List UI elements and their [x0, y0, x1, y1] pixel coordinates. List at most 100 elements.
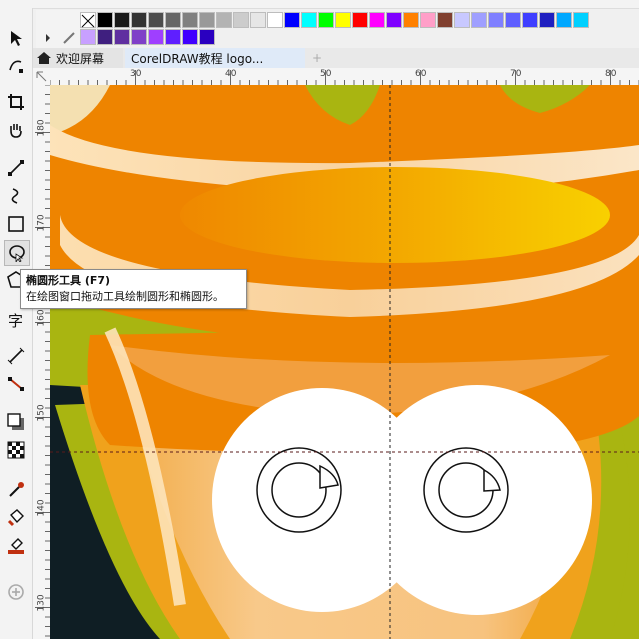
color-swatch[interactable]	[437, 12, 453, 28]
tab-welcome-label: 欢迎屏幕	[56, 51, 105, 66]
drawing-canvas[interactable]	[50, 85, 639, 639]
connector-icon	[8, 377, 24, 391]
color-swatch[interactable]	[403, 12, 419, 28]
ruler-label: 80	[605, 69, 617, 79]
add-tool-button[interactable]	[4, 580, 28, 604]
hand-icon	[10, 124, 22, 138]
color-swatch[interactable]	[556, 12, 572, 28]
ruler-label: 60	[415, 69, 427, 79]
color-swatch[interactable]	[335, 12, 351, 28]
color-swatch[interactable]	[318, 12, 334, 28]
color-swatch[interactable]	[267, 12, 283, 28]
ruler-label: 150	[36, 404, 47, 422]
shape-tool[interactable]	[4, 54, 28, 78]
color-swatch[interactable]	[114, 12, 130, 28]
text-tool[interactable]: 字	[4, 308, 28, 332]
line-icon	[8, 160, 24, 176]
ruler-label: 170	[36, 214, 47, 232]
ruler-label: 50	[320, 69, 332, 79]
rectangle-icon	[8, 216, 24, 232]
drop-shadow-tool[interactable]	[4, 410, 28, 434]
color-swatch[interactable]	[522, 12, 538, 28]
color-swatch[interactable]	[386, 12, 402, 28]
eyedropper-tool[interactable]	[4, 478, 28, 502]
artistic-media-tool[interactable]	[4, 184, 28, 208]
add-tab-button[interactable]: +	[309, 48, 325, 68]
color-swatch[interactable]	[233, 12, 249, 28]
color-swatch[interactable]	[199, 29, 215, 45]
lid-oval	[180, 167, 610, 263]
smart-fill-icon	[8, 538, 24, 554]
color-swatch[interactable]	[131, 29, 147, 45]
tooltip-description: 在绘图窗口拖动工具绘制圆形和椭圆形。	[26, 290, 224, 303]
interactive-fill-tool[interactable]	[4, 506, 28, 530]
color-swatch[interactable]	[352, 12, 368, 28]
rectangle-tool[interactable]	[4, 212, 28, 236]
color-swatch[interactable]	[454, 12, 470, 28]
crop-tool[interactable]	[4, 90, 28, 114]
fill-bucket-icon	[7, 509, 24, 527]
pick-tool[interactable]	[4, 26, 28, 50]
color-swatch[interactable]	[505, 12, 521, 28]
color-swatch[interactable]	[216, 12, 232, 28]
plus-circle-icon	[8, 584, 24, 600]
ruler-label: 130	[36, 594, 47, 612]
shadow-icon	[7, 413, 24, 430]
checker-icon	[7, 441, 25, 459]
color-swatch[interactable]	[114, 29, 130, 45]
toolbox: 字	[0, 8, 33, 639]
horizontal-ruler[interactable]: 30 40 50 60 70 80	[50, 68, 639, 86]
tab-document[interactable]: CorelDRAW教程 logo...	[125, 48, 305, 68]
svg-text:字: 字	[8, 312, 23, 329]
pan-tool[interactable]	[4, 118, 28, 142]
tab-welcome[interactable]: 欢迎屏幕	[33, 48, 123, 68]
color-swatch[interactable]	[165, 12, 181, 28]
smart-fill-tool[interactable]	[4, 534, 28, 558]
ruler-label: 30	[130, 69, 142, 79]
ruler-ticks	[35, 85, 50, 637]
eyedropper-icon	[9, 482, 24, 497]
top-toolbar-strip	[0, 0, 639, 9]
color-swatch[interactable]	[165, 29, 181, 45]
color-swatch[interactable]	[148, 29, 164, 45]
dimension-icon	[7, 347, 25, 365]
palette-arrow-icon[interactable]	[36, 10, 80, 50]
freehand-tool[interactable]	[4, 156, 28, 180]
color-swatch[interactable]	[182, 12, 198, 28]
color-swatch[interactable]	[97, 12, 113, 28]
tool-tooltip: 椭圆形工具 (F7) 在绘图窗口拖动工具绘制圆形和椭圆形。	[20, 269, 247, 309]
color-swatch[interactable]	[420, 12, 436, 28]
tooltip-title: 椭圆形工具 (F7)	[26, 274, 111, 287]
shape-edit-icon	[9, 60, 23, 73]
color-swatch[interactable]	[301, 12, 317, 28]
color-swatch[interactable]	[573, 12, 589, 28]
ellipse-tool[interactable]	[4, 240, 30, 266]
color-swatch[interactable]	[182, 29, 198, 45]
palette-controls	[36, 10, 80, 50]
transparency-tool[interactable]	[4, 438, 28, 462]
no-color-icon	[81, 14, 95, 28]
home-icon	[37, 52, 51, 64]
tab-document-label: CorelDRAW教程 logo...	[131, 51, 264, 66]
pointer-icon	[11, 31, 22, 46]
color-swatch[interactable]	[148, 12, 164, 28]
document-tabs: 欢迎屏幕 CorelDRAW教程 logo... +	[33, 48, 639, 69]
color-swatch[interactable]	[284, 12, 300, 28]
color-swatch[interactable]	[539, 12, 555, 28]
connector-tool[interactable]	[4, 372, 28, 396]
color-swatch[interactable]	[80, 29, 96, 45]
color-swatch[interactable]	[250, 12, 266, 28]
ruler-label: 160	[36, 309, 47, 327]
color-swatch[interactable]	[488, 12, 504, 28]
vertical-ruler[interactable]: 180 170 160 150 140 130	[33, 85, 51, 639]
color-swatch[interactable]	[471, 12, 487, 28]
ruler-origin[interactable]	[33, 68, 51, 86]
dimension-tool[interactable]	[4, 344, 28, 368]
color-swatch[interactable]	[199, 12, 215, 28]
no-color-swatch[interactable]	[80, 12, 96, 28]
color-swatch[interactable]	[369, 12, 385, 28]
color-swatch[interactable]	[131, 12, 147, 28]
color-swatch[interactable]	[97, 29, 113, 45]
ellipse-icon	[9, 245, 25, 262]
crop-icon	[8, 94, 24, 110]
